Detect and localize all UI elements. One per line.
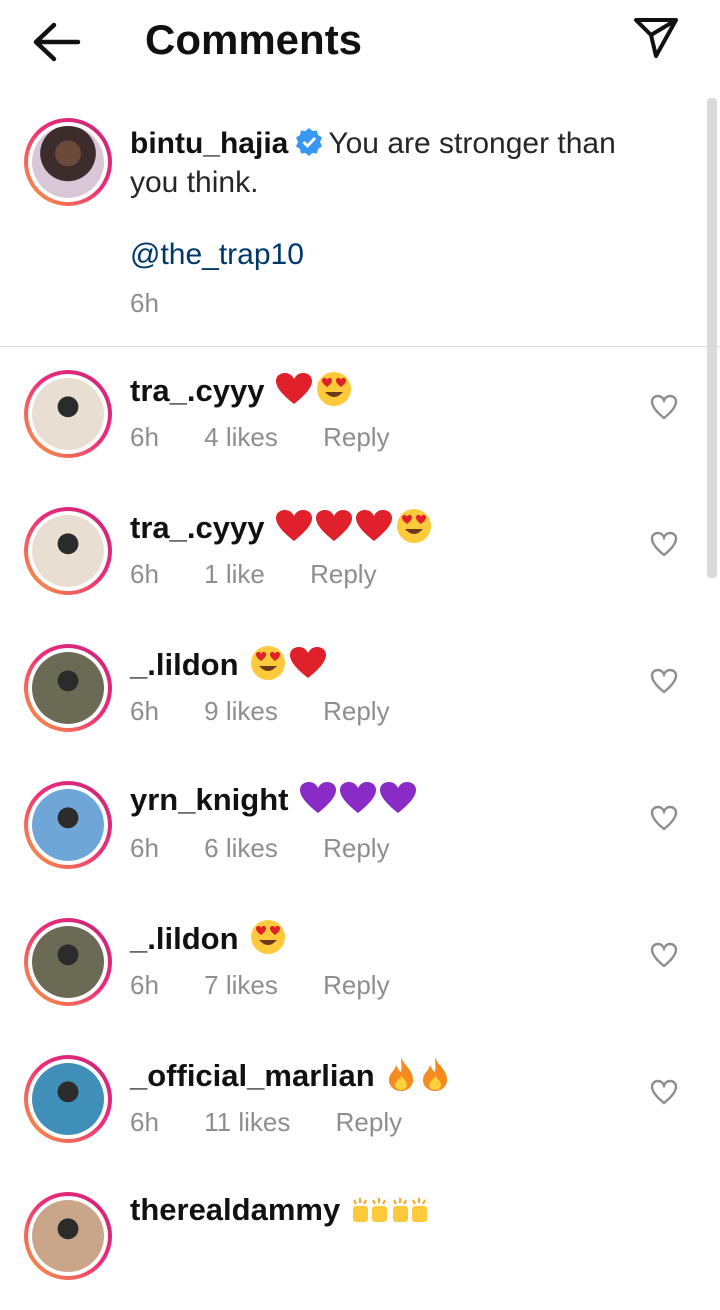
purple-heart-emoji-icon — [379, 781, 417, 823]
comment-likes[interactable]: 1 like — [204, 559, 265, 589]
heart-eyes-emoji-icon — [249, 918, 287, 964]
red-heart-emoji-icon — [275, 509, 313, 551]
reply-button[interactable]: Reply — [336, 1107, 402, 1137]
like-heart-icon[interactable] — [650, 805, 678, 831]
caption-avatar[interactable] — [24, 118, 112, 206]
like-heart-icon[interactable] — [650, 668, 678, 694]
comment-timestamp: 6h — [130, 833, 159, 863]
comment-meta: 6h 6 likes Reply — [130, 833, 428, 864]
comment-meta: 6h 4 likes Reply — [130, 422, 428, 453]
like-heart-icon[interactable] — [650, 394, 678, 420]
comment-username[interactable]: _.lildon — [130, 921, 239, 956]
comment-avatar[interactable] — [24, 781, 112, 869]
comment-likes[interactable]: 11 likes — [204, 1107, 290, 1137]
comment-text: _.lildon — [130, 644, 327, 690]
comment-username[interactable]: tra_.cyyy — [130, 373, 264, 408]
comment-likes[interactable]: 7 likes — [204, 970, 278, 1000]
comment-timestamp: 6h — [130, 559, 159, 589]
like-heart-icon[interactable] — [650, 1079, 678, 1105]
comment-username[interactable]: tra_.cyyy — [130, 510, 264, 545]
caption-mention-link[interactable]: @the_trap10 — [130, 238, 304, 272]
reply-button[interactable]: Reply — [323, 696, 389, 726]
red-heart-emoji-icon — [275, 372, 313, 414]
comment-username[interactable]: therealdammy — [130, 1192, 340, 1227]
red-heart-emoji-icon — [289, 646, 327, 688]
comment-row: tra_.cyyy 6h 4 likes Reply — [0, 368, 720, 488]
reply-button[interactable]: Reply — [323, 422, 389, 452]
comment-meta: 6h 1 like Reply — [130, 559, 415, 590]
comment-likes[interactable]: 4 likes — [204, 422, 278, 452]
like-heart-icon[interactable] — [650, 942, 678, 968]
raising-hands-emoji-icon — [351, 1194, 389, 1230]
comment-text: tra_.cyyy — [130, 370, 353, 416]
back-arrow-icon[interactable] — [30, 20, 82, 64]
heart-eyes-emoji-icon — [249, 644, 287, 690]
comment-text: _official_marlian — [130, 1055, 451, 1101]
like-heart-icon[interactable] — [650, 531, 678, 557]
comment-meta: 6h 11 likes Reply — [130, 1107, 440, 1138]
comment-likes[interactable]: 6 likes — [204, 833, 278, 863]
comment-row: _.lildon 6h 7 likes Reply — [0, 916, 720, 1036]
heart-eyes-emoji-icon — [315, 370, 353, 416]
purple-heart-emoji-icon — [339, 781, 377, 823]
comment-row: _official_marlian 6h 11 likes Reply — [0, 1053, 720, 1173]
purple-heart-emoji-icon — [299, 781, 337, 823]
reply-button[interactable]: Reply — [323, 833, 389, 863]
post-caption: bintu_hajia You are stronger than you thi… — [0, 98, 720, 347]
reply-button[interactable]: Reply — [323, 970, 389, 1000]
comment-meta: 6h 7 likes Reply — [130, 970, 428, 1001]
comment-row: _.lildon 6h 9 likes Reply — [0, 642, 720, 762]
page-title: Comments — [145, 16, 363, 63]
comment-timestamp: 6h — [130, 1107, 159, 1137]
caption-username[interactable]: bintu_hajia — [130, 127, 288, 160]
comment-avatar[interactable] — [24, 507, 112, 595]
verified-badge-icon — [296, 128, 323, 156]
red-heart-emoji-icon — [355, 509, 393, 551]
raising-hands-emoji-icon — [391, 1194, 429, 1230]
comment-timestamp: 6h — [130, 422, 159, 452]
comment-text: tra_.cyyy — [130, 507, 433, 553]
comment-text: yrn_knight — [130, 781, 417, 823]
reply-button[interactable]: Reply — [310, 559, 376, 589]
comment-avatar[interactable] — [24, 1055, 112, 1143]
top-bar: Comments — [0, 0, 720, 82]
caption-text: bintu_hajia You are stronger than you thi… — [130, 124, 670, 202]
comment-row: yrn_knight 6h 6 likes Reply — [0, 779, 720, 899]
fire-emoji-icon — [385, 1055, 417, 1101]
comment-row: therealdammy — [0, 1190, 720, 1310]
comment-avatar[interactable] — [24, 918, 112, 1006]
caption-timestamp: 6h — [130, 288, 159, 318]
comment-likes[interactable]: 9 likes — [204, 696, 278, 726]
heart-eyes-emoji-icon — [395, 507, 433, 553]
comment-row: tra_.cyyy 6h 1 like Reply — [0, 505, 720, 625]
comment-username[interactable]: _official_marlian — [130, 1058, 375, 1093]
comment-timestamp: 6h — [130, 970, 159, 1000]
fire-emoji-icon — [419, 1055, 451, 1101]
comment-username[interactable]: _.lildon — [130, 647, 239, 682]
comment-avatar[interactable] — [24, 370, 112, 458]
comment-text: therealdammy — [130, 1192, 429, 1230]
send-direct-icon[interactable] — [632, 16, 680, 60]
red-heart-emoji-icon — [315, 509, 353, 551]
comment-text: _.lildon — [130, 918, 287, 964]
comment-timestamp: 6h — [130, 696, 159, 726]
comment-username[interactable]: yrn_knight — [130, 782, 288, 817]
comment-avatar[interactable] — [24, 1192, 112, 1280]
comment-meta: 6h 9 likes Reply — [130, 696, 428, 727]
comment-avatar[interactable] — [24, 644, 112, 732]
